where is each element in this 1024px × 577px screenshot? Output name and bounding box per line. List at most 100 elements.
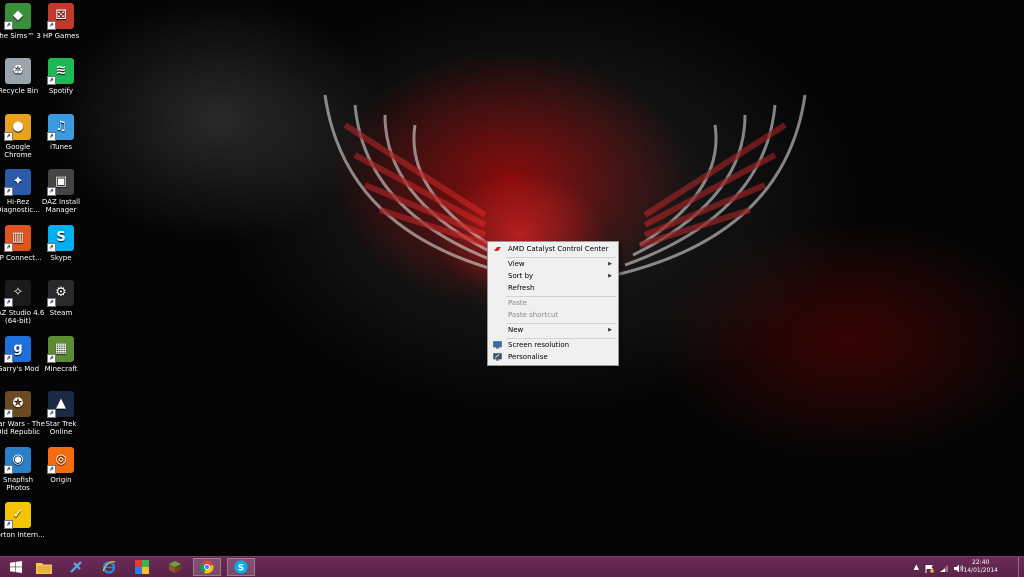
itunes-icon: ♫ ↗	[47, 114, 74, 141]
menu-item-refresh[interactable]: Refresh	[489, 282, 617, 294]
desktop-icon-star-trek[interactable]: ▲ ↗ Star Trek Online	[34, 391, 88, 436]
desktop-icon-label: HP Games	[42, 32, 80, 40]
desktop-icon-label: Minecraft	[44, 365, 78, 373]
action-center-flag-icon[interactable]	[925, 558, 934, 577]
desktop-icon-spotify[interactable]: ≋ ↗ Spotify	[34, 58, 88, 95]
media-app-icon	[135, 560, 149, 574]
menu-item-label: Sort by	[508, 272, 534, 280]
submenu-arrow-icon: ▶	[608, 261, 612, 267]
desktop-icon-hp-games[interactable]: ⚄ ↗ HP Games	[34, 3, 88, 40]
menu-item-label: View	[508, 260, 525, 268]
menu-item-label: New	[508, 326, 524, 334]
hp-games-icon: ⚄ ↗	[47, 3, 74, 30]
shortcut-arrow-icon: ↗	[47, 132, 56, 141]
menu-item-label: Refresh	[508, 284, 535, 292]
taskbar: S ▲ 22:40 14/01/2014	[0, 556, 1024, 577]
screen-resolution-icon	[493, 341, 502, 349]
shortcut-arrow-icon: ↗	[47, 298, 56, 307]
menu-item-screen-resolution[interactable]: Screen resolution	[489, 339, 617, 351]
swtor-icon: ✪ ↗	[4, 391, 31, 418]
menu-item-label: Paste	[508, 299, 527, 307]
menu-item-label: Personalise	[508, 353, 548, 361]
menu-item-label: Screen resolution	[508, 341, 570, 349]
shortcut-arrow-icon: ↗	[47, 243, 56, 252]
menu-item-paste[interactable]: Paste	[489, 297, 617, 309]
origin-icon: ◎ ↗	[47, 447, 74, 474]
desktop-icon-label: Skype	[50, 254, 72, 262]
desktop-icon-minecraft[interactable]: ▦ ↗ Minecraft	[34, 336, 88, 373]
taskbar-skype[interactable]: S	[227, 558, 255, 576]
taskbar-media-app[interactable]	[128, 558, 156, 576]
svg-text:S: S	[238, 564, 244, 574]
internet-explorer-icon	[102, 561, 116, 574]
chrome-icon	[200, 560, 214, 574]
desktop-icon-skype[interactable]: S ↗ Skype	[34, 225, 88, 262]
tray-overflow-chevron-icon[interactable]: ▲	[914, 563, 919, 571]
hp-connect-icon: ▥ ↗	[4, 225, 31, 252]
desktop-icon-norton[interactable]: ✓↗ Norton Intern...	[0, 502, 45, 539]
minecraft-icon: ▦ ↗	[47, 336, 74, 363]
menu-item-paste-shortcut[interactable]: Paste shortcut	[489, 309, 617, 321]
clock-time: 22:40	[972, 559, 990, 566]
submenu-arrow-icon: ▶	[608, 273, 612, 279]
shortcut-arrow-icon: ↗	[4, 243, 13, 252]
shortcut-arrow-icon: ↗	[4, 465, 13, 474]
garrys-mod-icon: g ↗	[4, 336, 31, 363]
desktop-icon-label: Norton Intern...	[0, 531, 45, 539]
star-trek-icon: ▲ ↗	[47, 391, 74, 418]
network-icon[interactable]	[939, 558, 949, 577]
desktop-icon-label: DAZ Install Manager	[41, 198, 81, 214]
shortcut-arrow-icon: ↗	[47, 354, 56, 363]
shortcut-arrow-icon: ↗	[47, 187, 56, 196]
menu-item-amd-catalyst[interactable]: AMD Catalyst Control Center	[489, 243, 617, 255]
taskbar-file-explorer[interactable]	[30, 558, 58, 576]
menu-item-label: Paste shortcut	[508, 311, 559, 319]
desktop-context-menu: AMD Catalyst Control Center View ▶ Sort …	[487, 241, 619, 366]
desktop-icon-itunes[interactable]: ♫ ↗ iTunes	[34, 114, 88, 151]
shortcut-arrow-icon: ↗	[4, 132, 13, 141]
hi-rez-icon: ✦ ↗	[4, 169, 31, 196]
shortcut-arrow-icon: ↗	[4, 187, 13, 196]
menu-item-new[interactable]: New ▶	[489, 324, 617, 336]
snapfish-icon: ◉ ↗	[4, 447, 31, 474]
spotify-icon: ≋ ↗	[47, 58, 74, 85]
minecraft-icon	[169, 561, 181, 573]
show-desktop-button[interactable]	[1018, 557, 1024, 577]
skype-icon: S ↗	[47, 225, 74, 252]
desktop-icon-origin[interactable]: ◎ ↗ Origin	[34, 447, 88, 484]
desktop-icon-steam[interactable]: ⚙ ↗ Steam	[34, 280, 88, 317]
menu-item-personalise[interactable]: Personalise	[489, 351, 617, 363]
skype-icon: S	[234, 560, 248, 574]
taskbar-minecraft[interactable]	[161, 558, 189, 576]
windows-start-icon	[10, 561, 22, 573]
personalise-icon	[493, 353, 502, 361]
file-explorer-icon	[36, 562, 52, 574]
taskbar-internet-explorer[interactable]	[95, 558, 123, 576]
taskbar-chrome[interactable]	[193, 558, 221, 576]
shortcut-arrow-icon: ↗	[4, 21, 13, 30]
clock-date: 14/01/2014	[963, 567, 998, 574]
shortcut-arrow-icon: ↗	[47, 21, 56, 30]
shortcut-arrow-icon: ↗	[4, 520, 13, 529]
amd-icon	[493, 245, 502, 253]
desktop-icon-label: Star Trek Online	[45, 420, 77, 436]
chrome-icon: ● ↗	[4, 114, 31, 141]
menu-item-label: AMD Catalyst Control Center	[508, 245, 609, 253]
steam-icon: ⚙ ↗	[47, 280, 74, 307]
pin-app-icon	[70, 561, 82, 573]
shortcut-arrow-icon: ↗	[4, 354, 13, 363]
start-button[interactable]	[2, 558, 30, 576]
shortcut-arrow-icon: ↗	[4, 409, 13, 418]
daz-install-icon: ▣ ↗	[47, 169, 74, 196]
system-tray: ▲	[914, 557, 964, 577]
shortcut-arrow-icon: ↗	[47, 409, 56, 418]
desktop-icon-label: Steam	[49, 309, 73, 317]
taskbar-clock[interactable]: 22:40 14/01/2014	[963, 559, 998, 575]
menu-item-sort-by[interactable]: Sort by ▶	[489, 270, 617, 282]
desktop-icon-daz-install[interactable]: ▣ ↗ DAZ Install Manager	[34, 169, 88, 214]
menu-item-view[interactable]: View ▶	[489, 258, 617, 270]
submenu-arrow-icon: ▶	[608, 327, 612, 333]
norton-icon: ✓ ↗	[4, 502, 31, 529]
taskbar-pin-app[interactable]	[62, 558, 90, 576]
shortcut-arrow-icon: ↗	[47, 76, 56, 85]
